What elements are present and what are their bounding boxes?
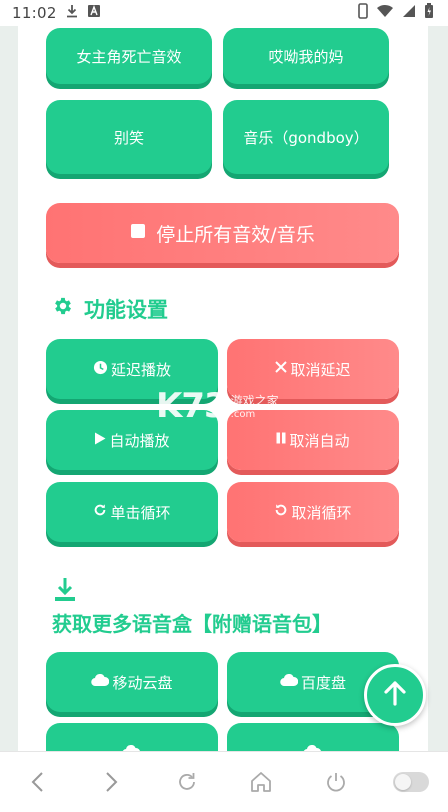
sound-button-label: 音乐（gondboy） — [243, 128, 369, 147]
undo-icon — [274, 503, 288, 521]
chevron-left-icon — [31, 772, 44, 792]
pause-icon — [276, 432, 286, 448]
home-icon — [251, 772, 272, 792]
arrow-up-icon — [383, 680, 407, 710]
power-icon — [327, 773, 345, 792]
sound-button-label: 别笑 — [113, 128, 144, 147]
delay-play-button[interactable]: 延迟播放 — [46, 339, 218, 399]
auto-play-label: 自动播放 — [109, 431, 170, 450]
home-button[interactable] — [239, 760, 283, 804]
download-icon — [65, 4, 79, 22]
x-icon — [275, 361, 288, 377]
back-to-top-button[interactable] — [364, 664, 426, 726]
cancel-auto-button[interactable]: 取消自动 — [227, 410, 399, 470]
sound-button-label: 哎呦我的妈 — [268, 47, 344, 66]
stop-icon — [130, 223, 146, 243]
download-title-text: 获取更多语音盒【附赠语音包】 — [52, 612, 332, 636]
download-section-icon — [54, 576, 76, 602]
sound-button-4[interactable]: 音乐（gondboy） — [223, 100, 389, 174]
status-time: 11:02 — [12, 4, 57, 22]
cancel-loop-button[interactable]: 取消循环 — [227, 482, 399, 542]
a-box-icon — [87, 4, 101, 22]
mobile-cloud-label: 移动云盘 — [112, 673, 173, 692]
browser-nav-bar — [0, 751, 448, 812]
wifi-icon — [376, 4, 394, 22]
stop-all-button[interactable]: 停止所有音效/音乐 — [46, 203, 399, 263]
click-loop-button[interactable]: 单击循环 — [46, 482, 218, 542]
forward-button[interactable] — [90, 760, 134, 804]
sound-button-1[interactable]: 女主角死亡音效 — [46, 28, 212, 84]
cloud-icon — [280, 673, 299, 690]
auto-play-button[interactable]: 自动播放 — [46, 410, 218, 470]
status-bar: 11:02 — [0, 0, 448, 26]
stop-all-label: 停止所有音效/音乐 — [156, 223, 315, 246]
gear-icon — [52, 295, 74, 323]
cancel-delay-label: 取消延迟 — [290, 360, 351, 379]
cloud-button-4[interactable] — [227, 723, 399, 751]
cloud-icon — [91, 673, 110, 690]
chevron-right-icon — [106, 772, 118, 792]
baidu-pan-label: 百度盘 — [300, 673, 346, 692]
click-loop-label: 单击循环 — [110, 503, 171, 522]
phone-icon — [358, 3, 368, 23]
cancel-loop-label: 取消循环 — [291, 503, 352, 522]
sound-button-3[interactable]: 别笑 — [46, 100, 212, 174]
mobile-cloud-button[interactable]: 移动云盘 — [46, 652, 218, 712]
loop-icon — [93, 503, 107, 521]
refresh-button[interactable] — [165, 760, 209, 804]
sound-button-label: 女主角死亡音效 — [76, 47, 182, 66]
sound-button-2[interactable]: 哎呦我的妈 — [223, 28, 389, 84]
signal-icon — [402, 4, 416, 22]
back-button[interactable] — [15, 760, 59, 804]
refresh-icon — [178, 773, 195, 790]
battery-icon — [424, 3, 434, 23]
cloud-button-3[interactable] — [46, 723, 218, 751]
settings-title-text: 功能设置 — [84, 298, 168, 322]
download-title: 获取更多语音盒【附赠语音包】 — [52, 608, 332, 637]
power-button[interactable] — [314, 760, 358, 804]
toggle-switch — [392, 772, 429, 792]
content-panel: 女主角死亡音效 哎呦我的妈 别笑 音乐（gondboy） 停止所有音效/音乐 功… — [18, 26, 428, 751]
cancel-delay-button[interactable]: 取消延迟 — [227, 339, 399, 399]
delay-play-label: 延迟播放 — [110, 360, 171, 379]
play-icon — [94, 432, 106, 449]
cancel-auto-label: 取消自动 — [289, 431, 350, 450]
mode-toggle[interactable] — [389, 760, 433, 804]
settings-title: 功能设置 — [52, 294, 168, 324]
clock-icon — [93, 360, 108, 379]
